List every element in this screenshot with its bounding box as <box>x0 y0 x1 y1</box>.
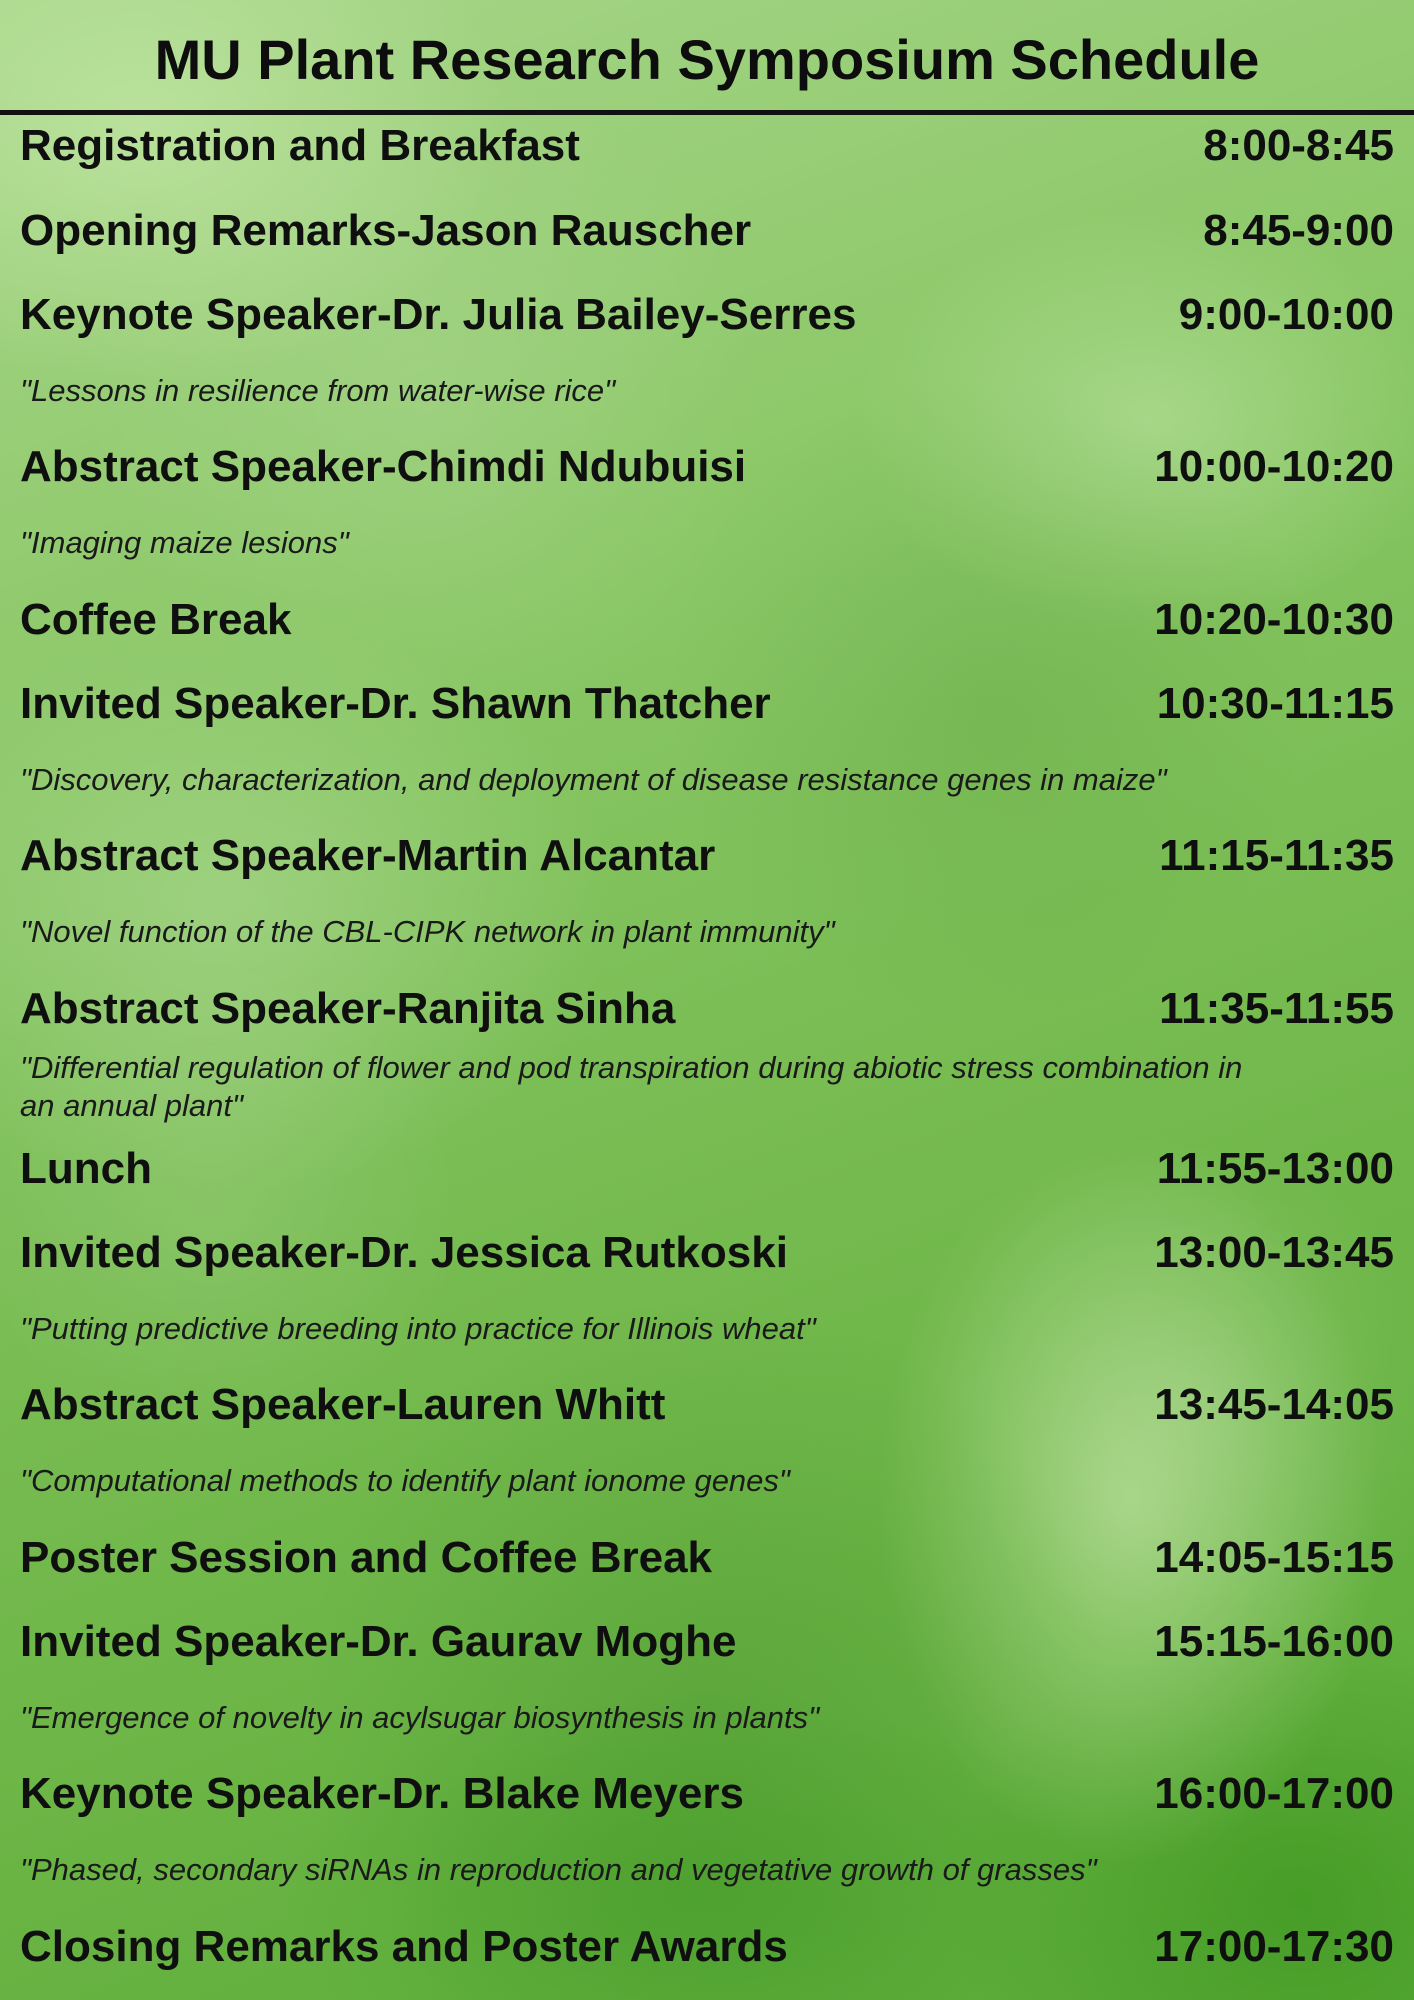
schedule-item-closing-remarks: Closing Remarks and Poster Awards 17:00-… <box>20 1920 1394 1974</box>
event-name: Abstract Speaker-Martin Alcantar <box>20 831 716 880</box>
schedule-item-abstract-sinha: Abstract Speaker-Ranjita Sinha 11:35-11:… <box>20 982 1394 1036</box>
event-name: Abstract Speaker-Lauren Whitt <box>20 1380 666 1429</box>
event-time: 10:30-11:15 <box>1156 679 1394 728</box>
event-name: Abstract Speaker-Ranjita Sinha <box>20 984 676 1033</box>
schedule-item-abstract-alcantar: Abstract Speaker-Martin Alcantar 11:15-1… <box>20 829 1394 883</box>
talk-title: "Differential regulation of flower and p… <box>20 1050 1243 1123</box>
schedule-item-opening-remarks: Opening Remarks-Jason Rauscher 8:45-9:00 <box>20 204 1394 258</box>
event-time: 9:00-10:00 <box>1178 290 1394 339</box>
event-time: 8:00-8:45 <box>1203 121 1394 170</box>
event-time: 10:00-10:20 <box>1154 442 1394 491</box>
event-name: Invited Speaker-Dr. Shawn Thatcher <box>20 679 771 728</box>
schedule-item-invited-thatcher: Invited Speaker-Dr. Shawn Thatcher 10:30… <box>20 677 1394 731</box>
schedule-list: Registration and Breakfast 8:00-8:45 Ope… <box>0 0 1414 2000</box>
event-name: Registration and Breakfast <box>20 121 580 170</box>
event-time: 8:45-9:00 <box>1203 206 1394 255</box>
event-time: 13:00-13:45 <box>1154 1228 1394 1277</box>
event-time: 10:20-10:30 <box>1154 595 1394 644</box>
event-name: Keynote Speaker-Dr. Julia Bailey-Serres <box>20 290 857 339</box>
schedule-item-coffee-break: Coffee Break 10:20-10:30 <box>20 593 1394 647</box>
event-time: 14:05-15:15 <box>1154 1533 1394 1582</box>
event-name: Lunch <box>20 1144 152 1193</box>
schedule-item-invited-rutkoski: Invited Speaker-Dr. Jessica Rutkoski 13:… <box>20 1226 1394 1280</box>
schedule-item-lunch: Lunch 11:55-13:00 <box>20 1142 1394 1196</box>
event-name: Coffee Break <box>20 595 292 644</box>
event-name: Closing Remarks and Poster Awards <box>20 1922 788 1971</box>
event-time: 11:15-11:35 <box>1159 831 1394 880</box>
event-name: Opening Remarks-Jason Rauscher <box>20 206 752 255</box>
event-name: Poster Session and Coffee Break <box>20 1533 713 1582</box>
talk-title: "Phased, secondary siRNAs in reproductio… <box>20 1852 1097 1887</box>
event-name: Abstract Speaker-Chimdi Ndubuisi <box>20 442 747 491</box>
event-time: 17:00-17:30 <box>1154 1922 1394 1971</box>
event-time: 16:00-17:00 <box>1154 1769 1394 1818</box>
schedule-item-keynote-bailey-serres: Keynote Speaker-Dr. Julia Bailey-Serres … <box>20 288 1394 342</box>
schedule-item-keynote-meyers: Keynote Speaker-Dr. Blake Meyers 16:00-1… <box>20 1767 1394 1821</box>
talk-title: "Computational methods to identify plant… <box>20 1463 790 1498</box>
event-name: Invited Speaker-Dr. Gaurav Moghe <box>20 1617 737 1666</box>
talk-title: "Lessons in resilience from water-wise r… <box>20 373 616 408</box>
schedule-item-invited-moghe: Invited Speaker-Dr. Gaurav Moghe 15:15-1… <box>20 1615 1394 1669</box>
event-name: Invited Speaker-Dr. Jessica Rutkoski <box>20 1228 788 1277</box>
talk-title: "Imaging maize lesions" <box>20 525 349 560</box>
event-time: 11:55-13:00 <box>1156 1144 1394 1193</box>
event-time: 15:15-16:00 <box>1154 1617 1394 1666</box>
event-time: 11:35-11:55 <box>1159 984 1394 1033</box>
event-time: 13:45-14:05 <box>1154 1380 1394 1429</box>
talk-title: "Putting predictive breeding into practi… <box>20 1311 816 1346</box>
schedule-item-abstract-ndubuisi: Abstract Speaker-Chimdi Ndubuisi 10:00-1… <box>20 440 1394 494</box>
event-name: Keynote Speaker-Dr. Blake Meyers <box>20 1769 744 1818</box>
schedule-item-abstract-whitt: Abstract Speaker-Lauren Whitt 13:45-14:0… <box>20 1378 1394 1432</box>
talk-title: "Emergence of novelty in acylsugar biosy… <box>20 1700 820 1735</box>
schedule-item-registration: Registration and Breakfast 8:00-8:45 <box>20 119 1394 173</box>
talk-title: "Discovery, characterization, and deploy… <box>20 762 1167 797</box>
talk-title: "Novel function of the CBL-CIPK network … <box>20 914 835 949</box>
schedule-item-poster-session: Poster Session and Coffee Break 14:05-15… <box>20 1531 1394 1585</box>
